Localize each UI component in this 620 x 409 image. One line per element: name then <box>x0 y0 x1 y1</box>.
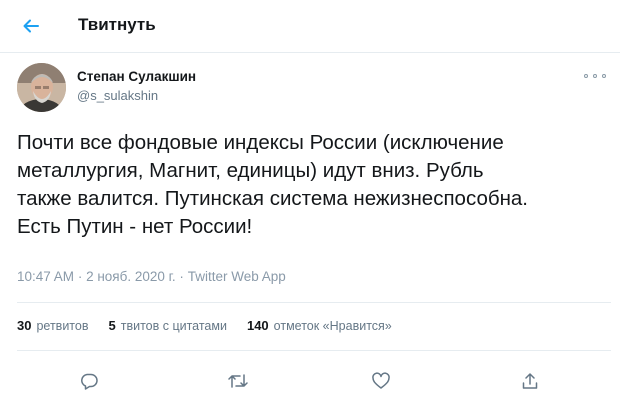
likes-stat[interactable]: 140 отметок «Нравится» <box>247 318 392 333</box>
tweet-stats: 30 ретвитов 5 твитов с цитатами 140 отме… <box>17 318 412 333</box>
dot-icon <box>593 74 597 78</box>
likes-label: отметок «Нравится» <box>273 319 392 333</box>
tweet-meta: 10:47 AM · 2 нояб. 2020 г. · Twitter Web… <box>17 269 286 284</box>
meta-separator: · <box>179 269 184 284</box>
retweets-count: 30 <box>17 318 32 333</box>
arrow-left-icon <box>23 19 39 33</box>
tweet-actions <box>0 364 620 398</box>
like-icon <box>372 372 390 389</box>
author-name[interactable]: Степан Сулакшин <box>77 69 196 84</box>
likes-count: 140 <box>246 318 269 333</box>
retweets-stat[interactable]: 30 ретвитов <box>17 318 88 333</box>
share-button[interactable] <box>513 364 547 398</box>
reply-button[interactable] <box>72 364 106 398</box>
reply-icon <box>81 373 98 390</box>
quotes-label: твитов с цитатами <box>120 319 227 333</box>
dot-icon <box>584 74 588 78</box>
divider <box>17 350 611 351</box>
tweet-text: Почти все фондовые индексы России (исклю… <box>17 131 528 238</box>
top-bar: Твитнуть <box>0 0 620 53</box>
more-options-button[interactable] <box>584 70 606 82</box>
dot-icon <box>602 74 606 78</box>
back-button[interactable] <box>14 9 48 43</box>
tweet-time[interactable]: 10:47 AM <box>17 269 74 284</box>
tweet-date[interactable]: 2 нояб. 2020 г. <box>86 269 176 284</box>
retweets-label: ретвитов <box>36 319 89 333</box>
divider <box>17 302 611 303</box>
quotes-count: 5 <box>108 318 116 333</box>
tweet-source-app[interactable]: Twitter Web App <box>188 269 286 284</box>
page-title: Твитнуть <box>78 15 156 34</box>
author-handle[interactable]: @s_sulakshin <box>77 88 158 103</box>
retweet-icon <box>228 374 248 388</box>
author-photo <box>17 63 66 112</box>
quotes-stat[interactable]: 5 твитов с цитатами <box>108 318 226 333</box>
retweet-button[interactable] <box>221 364 255 398</box>
like-button[interactable] <box>364 364 398 398</box>
avatar[interactable] <box>17 63 66 112</box>
meta-separator: · <box>77 269 83 284</box>
share-icon <box>522 373 538 389</box>
